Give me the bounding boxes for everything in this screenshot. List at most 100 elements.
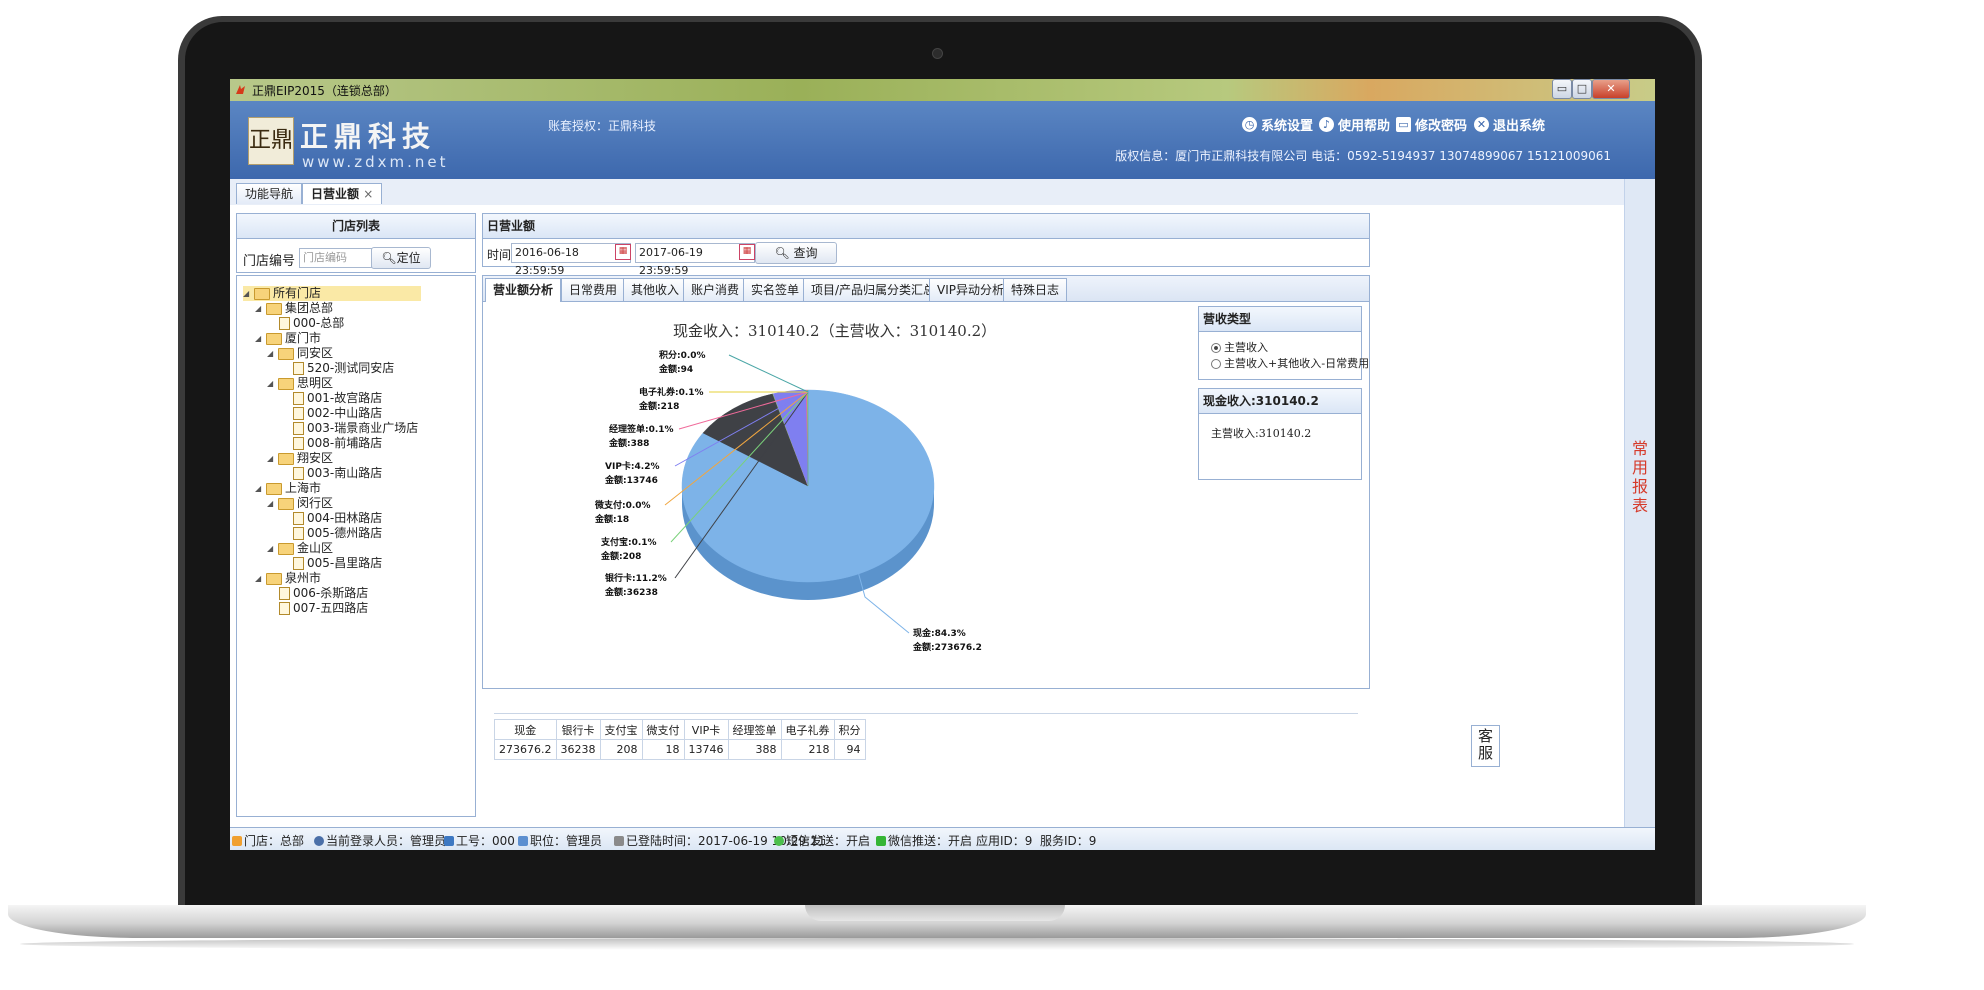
table-header: VIP卡 bbox=[683, 719, 729, 740]
calendar-icon[interactable]: ▦ bbox=[739, 244, 755, 260]
table-header: 经理签单 bbox=[727, 719, 782, 740]
store-code-input[interactable]: 门店编码 bbox=[299, 248, 372, 268]
status-service-id: 服务ID：9 bbox=[1040, 834, 1097, 848]
tree-leaf[interactable]: 002-中山路店 bbox=[293, 406, 382, 421]
tree-leaf[interactable]: 005-德州路店 bbox=[293, 526, 382, 541]
status-sms: 短信发送：开启 bbox=[774, 832, 870, 849]
radio-icon bbox=[1211, 359, 1221, 369]
table-top-rule bbox=[494, 713, 1358, 714]
status-job-no: 工号：000 bbox=[444, 832, 515, 849]
tree-leaf[interactable]: 007-五四路店 bbox=[279, 601, 368, 616]
folder-icon bbox=[278, 497, 294, 510]
tab-function-nav[interactable]: 功能导航 bbox=[236, 183, 303, 204]
slice-label-7: 积分:0.0% bbox=[659, 349, 706, 361]
status-app-id: 应用ID：9 bbox=[976, 834, 1033, 848]
tree-leaf[interactable]: 008-前埔路店 bbox=[293, 436, 382, 451]
tree-node-all-stores[interactable]: ◢ 所有门店 bbox=[243, 286, 421, 301]
help-link[interactable]: ♪ 使用帮助 bbox=[1319, 115, 1390, 134]
system-settings-link[interactable]: ◷ 系统设置 bbox=[1242, 115, 1313, 134]
tree-leaf[interactable]: 520-测试同安店 bbox=[293, 361, 394, 376]
tab-other-income[interactable]: 其他收入 bbox=[623, 278, 688, 301]
maximize-button[interactable]: □ bbox=[1572, 79, 1592, 99]
query-button[interactable]: 🔍︎ 查询 bbox=[755, 242, 837, 264]
tab-daily-expense[interactable]: 日常费用 bbox=[561, 278, 626, 301]
slice-amount-2: 金额:208 bbox=[600, 550, 641, 562]
table-cell: 388 bbox=[727, 739, 782, 760]
tree-leaf[interactable]: 005-昌里路店 bbox=[293, 556, 382, 571]
tab-special-log[interactable]: 特殊日志 bbox=[1003, 278, 1068, 301]
search-icon: 🔍︎ bbox=[774, 246, 790, 260]
tab-account-consumption[interactable]: 账户消费 bbox=[683, 278, 748, 301]
laptop-shadow bbox=[20, 938, 1854, 950]
table-cell: 208 bbox=[599, 739, 643, 760]
tree-node[interactable]: ◢ 翔安区 bbox=[267, 451, 333, 466]
start-date-input[interactable]: 2016-06-18 23:59:59 bbox=[511, 243, 631, 277]
window-title: 正鼎EIP2015（连锁总部） bbox=[252, 84, 397, 98]
end-date-input[interactable]: 2017-06-19 23:59:59 bbox=[635, 243, 755, 277]
folder-icon bbox=[278, 452, 294, 465]
radio-main-plus-other[interactable]: 主营收入+其他收入-日常费用 bbox=[1211, 355, 1369, 371]
tree-node[interactable]: ◢ 上海市 bbox=[255, 481, 321, 496]
tree-node[interactable]: ◢ 集团总部 bbox=[255, 301, 333, 316]
tab-vip-analysis[interactable]: VIP异动分析 bbox=[929, 278, 1012, 301]
file-icon bbox=[293, 512, 304, 525]
file-icon bbox=[279, 602, 290, 615]
minimize-button[interactable]: ▭ bbox=[1552, 79, 1572, 99]
file-icon bbox=[293, 437, 304, 450]
status-bar: 门店：总部 当前登录人员：管理员 工号：000 职位：管理员 已登陆时间：201… bbox=[230, 827, 1655, 850]
tree-node[interactable]: ◢ 金山区 bbox=[267, 541, 333, 556]
slice-amount-3: 金额:18 bbox=[594, 513, 629, 525]
table-header: 银行卡 bbox=[555, 719, 601, 740]
sms-icon bbox=[774, 835, 784, 846]
file-icon bbox=[293, 407, 304, 420]
time-icon bbox=[614, 835, 624, 846]
laptop-notch bbox=[805, 905, 1065, 921]
app-window: 正鼎EIP2015（连锁总部） ▭ □ ✕ 正鼎 正鼎科技 www.zdxm.n… bbox=[230, 79, 1655, 850]
home-icon bbox=[232, 835, 242, 846]
calendar-icon[interactable]: ▦ bbox=[615, 244, 631, 260]
folder-icon bbox=[266, 302, 282, 315]
tree-node[interactable]: ◢ 厦门市 bbox=[255, 331, 321, 346]
close-circle-icon: ✕ bbox=[1474, 117, 1489, 132]
customer-service-button[interactable]: 客服 bbox=[1471, 725, 1500, 767]
change-password-link[interactable]: ▭ 修改密码 bbox=[1396, 115, 1467, 134]
tree-node[interactable]: ◢ 泉州市 bbox=[255, 571, 321, 586]
file-icon bbox=[293, 557, 304, 570]
tree-leaf[interactable]: 000-总部 bbox=[279, 316, 344, 331]
common-reports-strip[interactable]: 常用报表 bbox=[1624, 179, 1655, 827]
tab-revenue-analysis[interactable]: 营业额分析 bbox=[485, 278, 562, 302]
tree-leaf[interactable]: 003-瑞景商业广场店 bbox=[293, 421, 418, 436]
table-cell: 18 bbox=[641, 739, 685, 760]
radio-checked-icon bbox=[1211, 343, 1221, 353]
tree-leaf[interactable]: 004-田林路店 bbox=[293, 511, 382, 526]
tree-node[interactable]: ◢ 闵行区 bbox=[267, 496, 333, 511]
tree-leaf[interactable]: 006-杀斯路店 bbox=[279, 586, 368, 601]
main-income-value: 主营收入:310140.2 bbox=[1211, 427, 1312, 440]
logout-link[interactable]: ✕ 退出系统 bbox=[1474, 115, 1545, 134]
table-header: 积分 bbox=[833, 719, 866, 740]
file-icon bbox=[293, 392, 304, 405]
tab-category-summary[interactable]: 项目/产品归属分类汇总 bbox=[803, 278, 944, 301]
company-name: 正鼎科技 bbox=[300, 120, 437, 153]
file-icon bbox=[279, 587, 290, 600]
card-icon bbox=[518, 835, 528, 846]
tab-daily-revenue[interactable]: 日营业额 × bbox=[302, 183, 383, 204]
tree-node[interactable]: ◢ 同安区 bbox=[267, 346, 333, 361]
table-cell: 218 bbox=[780, 739, 835, 760]
webcam bbox=[932, 48, 943, 59]
tree-leaf[interactable]: 003-南山路店 bbox=[293, 466, 382, 481]
analysis-panel: 营业额分析 日常费用 其他收入 账户消费 实名签单 项目/产品归属分类汇总 VI… bbox=[482, 275, 1370, 689]
locate-button[interactable]: 🔍︎定位 bbox=[371, 247, 431, 269]
table-header: 支付宝 bbox=[599, 719, 643, 740]
daily-revenue-title: 日营业额 bbox=[483, 214, 1369, 239]
tab-close-icon[interactable]: × bbox=[363, 187, 373, 201]
tree-leaf[interactable]: 001-故宫路店 bbox=[293, 391, 382, 406]
slice-amount-4: 金额:13746 bbox=[604, 474, 658, 486]
tree-node[interactable]: ◢ 思明区 bbox=[267, 376, 333, 391]
close-button[interactable]: ✕ bbox=[1592, 79, 1630, 99]
radio-main-income[interactable]: 主营收入 bbox=[1211, 339, 1268, 355]
title-bar: 正鼎EIP2015（连锁总部） ▭ □ ✕ bbox=[230, 79, 1655, 101]
cash-income-title: 现金收入:310140.2 bbox=[1199, 389, 1361, 414]
table-header-row: 现金 银行卡 支付宝 微支付 VIP卡 经理签单 电子礼券 积分 bbox=[494, 719, 866, 740]
tab-named-bill[interactable]: 实名签单 bbox=[743, 278, 808, 301]
